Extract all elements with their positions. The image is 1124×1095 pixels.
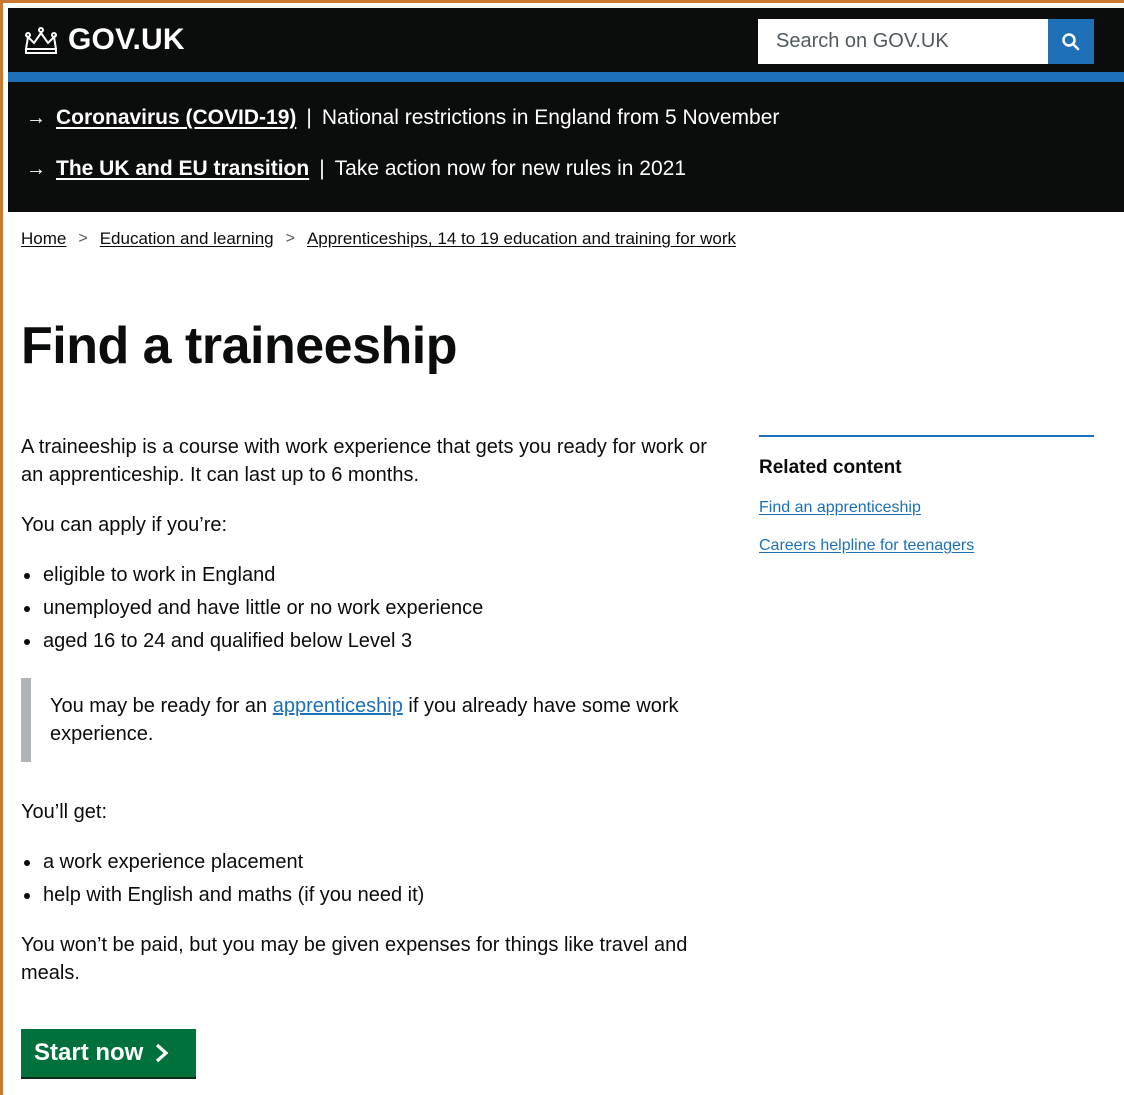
search-button[interactable] (1048, 19, 1094, 64)
list-item: unemployed and have little or no work ex… (21, 594, 726, 622)
search-input[interactable] (758, 19, 1048, 64)
intro-paragraph: A traineeship is a course with work expe… (21, 436, 707, 486)
apply-lead: You can apply if you’re: (21, 514, 228, 536)
related-link-careers-helpline[interactable]: Careers helpline for teenagers (759, 537, 1094, 555)
related-content: Related content Find an apprenticeship C… (759, 435, 1094, 555)
chevron-right-icon: > (285, 230, 295, 247)
separator: | (306, 106, 312, 129)
paid-paragraph: You won’t be paid, but you may be given … (21, 934, 688, 984)
transition-link[interactable]: The UK and EU transition (56, 157, 309, 181)
inset-text-before: You may be ready for an (50, 695, 273, 717)
arrow-right-icon: → (26, 106, 46, 129)
list-item: a work experience placement (21, 848, 726, 876)
search-icon (1062, 32, 1080, 50)
start-now-label: Start now (34, 1039, 144, 1066)
start-now-button[interactable]: Start now (21, 1029, 196, 1077)
get-lead: You’ll get: (21, 801, 107, 823)
list-item: eligible to work in England (21, 561, 726, 589)
related-heading: Related content (759, 457, 902, 478)
crown-icon (24, 27, 58, 54)
breadcrumb-home[interactable]: Home (21, 229, 66, 249)
inset-text: You may be ready for an apprenticeship i… (21, 678, 726, 762)
logo-text: GOV.UK (68, 23, 185, 56)
covid-link[interactable]: Coronavirus (COVID-19) (56, 106, 296, 130)
main-content: A traineeship is a course with work expe… (21, 433, 726, 987)
banner-row-transition: → The UK and EU transition | Take action… (26, 157, 686, 181)
header-blue-bar (8, 72, 1124, 82)
govuk-logo-link[interactable]: GOV.UK (22, 20, 185, 60)
arrow-right-icon: → (26, 157, 46, 180)
get-list: a work experience placement help with En… (21, 848, 726, 909)
emergency-banner: → Coronavirus (COVID-19) | National rest… (8, 82, 1124, 212)
site-header: GOV.UK (8, 8, 1124, 72)
apprenticeship-link[interactable]: apprenticeship (273, 695, 403, 717)
page-title: Find a traineeship (21, 317, 457, 375)
chevron-right-icon: > (78, 230, 88, 247)
breadcrumb-apprenticeships[interactable]: Apprenticeships, 14 to 19 education and … (307, 229, 736, 249)
breadcrumb: Home > Education and learning > Apprenti… (21, 229, 736, 249)
breadcrumb-education[interactable]: Education and learning (100, 229, 274, 249)
list-item: help with English and maths (if you need… (21, 881, 726, 909)
banner-row-covid: → Coronavirus (COVID-19) | National rest… (26, 106, 779, 130)
separator: | (319, 157, 325, 180)
chevron-right-icon (156, 1043, 169, 1063)
related-link-apprenticeship[interactable]: Find an apprenticeship (759, 499, 1094, 517)
list-item: aged 16 to 24 and qualified below Level … (21, 627, 726, 655)
transition-text: Take action now for new rules in 2021 (334, 157, 687, 180)
covid-text: National restrictions in England from 5 … (321, 106, 780, 129)
apply-list: eligible to work in England unemployed a… (21, 561, 726, 655)
search-form (758, 19, 1094, 64)
